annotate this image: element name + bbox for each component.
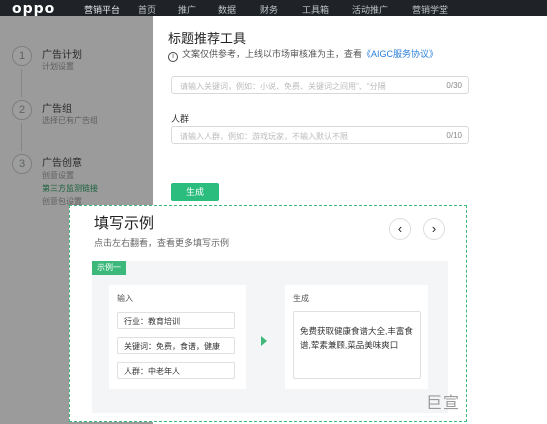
keyword-counter: 0/30 <box>446 81 462 90</box>
popup-title: 填写示例 <box>94 215 155 232</box>
drawer-title: 标题推荐工具 <box>168 31 247 46</box>
nav-item-academy[interactable]: 营销学堂 <box>412 3 448 16</box>
output-card: 生成 免费获取健康食谱大全,丰富食谱,荤素兼顾,菜品美味爽口 <box>285 285 428 389</box>
example-industry: 行业：教育培训 <box>117 312 235 329</box>
keyword-placeholder: 请输入关键词，例如：小说、免费、关键词之间用"、"分隔 <box>180 82 386 91</box>
nav-item-finance[interactable]: 财务 <box>260 3 278 16</box>
crowd-input[interactable]: 请输入人群，例如：游戏玩家，不输入默认不限 0/10 <box>171 126 469 144</box>
crowd-label: 人群 <box>171 114 190 124</box>
input-label: 输入 <box>117 294 133 303</box>
aigc-agreement-link[interactable]: 《AIGC服务协议》 <box>362 49 438 59</box>
info-icon: i <box>168 52 178 62</box>
popup-subtitle: 点击左右翻看，查看更多填写示例 <box>94 238 230 248</box>
example-crowd: 人群：中老年人 <box>117 362 235 379</box>
top-nav: oppo 营销平台 首页 推广 数据 财务 工具箱 活动推广 营销学堂 <box>0 0 547 17</box>
example-popup: 填写示例 点击左右翻看，查看更多填写示例 ‹ › 示例一 输入 行业：教育培训 … <box>69 205 467 422</box>
example-tag: 示例一 <box>92 261 126 275</box>
next-example-button[interactable]: › <box>423 218 445 240</box>
example-keywords: 关键词：免费，食谱，健康 <box>117 337 235 354</box>
notice-text: 文案仅供参考，上线以市场审核准为主，查看 <box>182 49 363 59</box>
crowd-placeholder: 请输入人群，例如：游戏玩家，不输入默认不限 <box>180 132 348 141</box>
nav-item-promotion[interactable]: 推广 <box>178 3 196 16</box>
keyword-input[interactable]: 请输入关键词，例如：小说、免费、关键词之间用"、"分隔 0/30 <box>171 76 469 94</box>
example-output: 免费获取健康食谱大全,丰富食谱,荤素兼顾,菜品美味爽口 <box>293 311 421 379</box>
oppo-logo[interactable]: oppo <box>12 1 55 17</box>
input-card: 输入 行业：教育培训 关键词：免费，食谱，健康 人群：中老年人 <box>109 285 246 389</box>
chevron-left-icon: ‹ <box>397 221 403 236</box>
watermark-logo: 巨宣 <box>425 395 460 412</box>
example-area: 示例一 输入 行业：教育培训 关键词：免费，食谱，健康 人群：中老年人 生成 免… <box>92 261 448 413</box>
crowd-counter: 0/10 <box>446 131 462 140</box>
brand-name: 营销平台 <box>84 5 121 15</box>
nav-item-data[interactable]: 数据 <box>218 3 236 16</box>
nav-item-home[interactable]: 首页 <box>138 3 156 16</box>
drawer-notice: i 文案仅供参考，上线以市场审核准为主，查看《AIGC服务协议》 <box>168 47 438 62</box>
chevron-right-icon: › <box>431 221 437 236</box>
prev-example-button[interactable]: ‹ <box>389 218 411 240</box>
output-label: 生成 <box>293 294 309 303</box>
generate-button[interactable]: 生成 <box>171 183 219 201</box>
nav-item-toolbox[interactable]: 工具箱 <box>302 3 329 16</box>
arrow-right-icon <box>261 336 267 346</box>
nav-item-activity[interactable]: 活动推广 <box>352 3 388 16</box>
